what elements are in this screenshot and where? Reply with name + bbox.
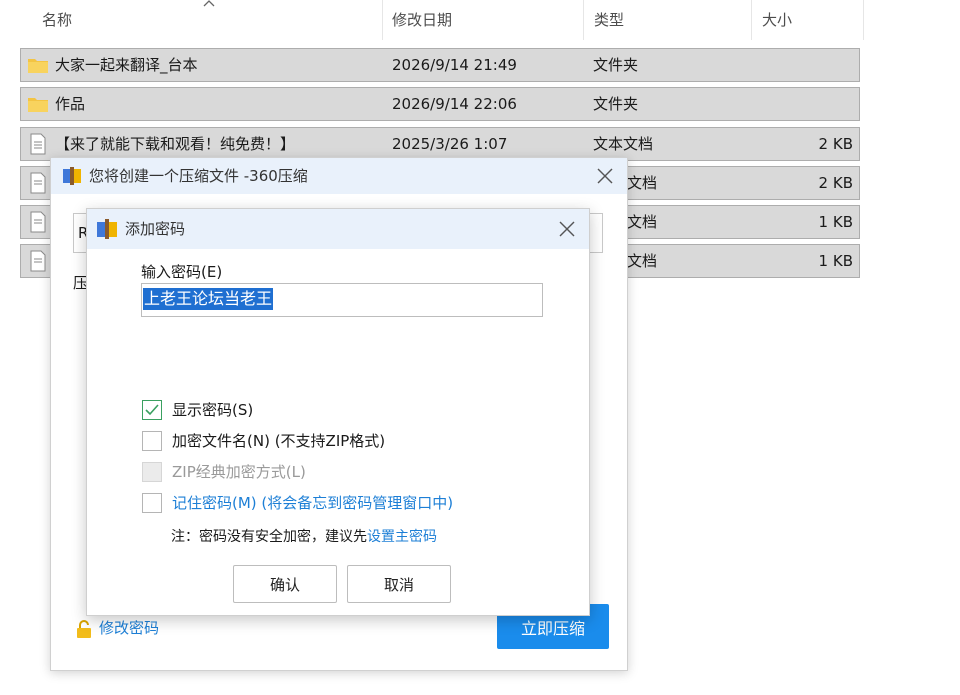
column-header: 名称 修改日期 类型 大小 bbox=[20, 0, 866, 40]
file-date: 2026/9/14 21:49 bbox=[392, 56, 517, 74]
column-size[interactable]: 大小 bbox=[740, 0, 792, 40]
file-date: 2025/3/26 1:07 bbox=[392, 135, 508, 153]
file-size: 2 KB bbox=[818, 174, 853, 192]
set-master-password-link[interactable]: 设置主密码 bbox=[367, 529, 437, 545]
file-name: 大家一起来翻译_台本 bbox=[55, 56, 198, 74]
file-type: 文件夹 bbox=[593, 56, 639, 74]
text-file-icon bbox=[30, 133, 46, 155]
file-size: 2 KB bbox=[818, 135, 853, 153]
change-password-label: 修改密码 bbox=[99, 619, 160, 637]
text-file-icon bbox=[30, 211, 46, 233]
password-input-label: 输入密码(E) bbox=[141, 263, 223, 281]
text-file-icon bbox=[30, 172, 46, 194]
add-password-dialog: 添加密码 输入密码(E) 上老王论坛当老王 显示密码(S) 加密文件名(N) (… bbox=[86, 208, 590, 616]
add-password-titlebar[interactable]: 添加密码 bbox=[87, 209, 589, 249]
security-note-text: 注：密码没有安全加密，建议先 bbox=[171, 529, 367, 545]
file-row[interactable]: 大家一起来翻译_台本 2026/9/14 21:49 文件夹 bbox=[20, 48, 860, 82]
confirm-button[interactable]: 确认 bbox=[233, 565, 337, 603]
sort-ascending-icon bbox=[203, 0, 215, 7]
file-type: 文档 bbox=[627, 213, 658, 231]
file-name: 【来了就能下载和观看！纯免费！】 bbox=[55, 135, 296, 153]
file-type: 文档 bbox=[627, 174, 658, 192]
lock-icon bbox=[77, 620, 91, 638]
security-note: 注：密码没有安全加密，建议先设置主密码 bbox=[171, 526, 437, 548]
file-row[interactable]: 【来了就能下载和观看！纯免费！】 2025/3/26 1:07 文本文档 2 K… bbox=[20, 127, 860, 161]
column-name[interactable]: 名称 bbox=[20, 0, 72, 40]
checkmark-icon bbox=[145, 404, 159, 416]
file-name: 作品 bbox=[55, 95, 86, 113]
zip-classic-encryption-label: ZIP经典加密方式(L) bbox=[172, 463, 306, 481]
file-type: 文档 bbox=[627, 252, 658, 270]
360zip-logo-icon bbox=[97, 219, 117, 239]
remember-password-label: 记住密码(M) (将会备忘到密码管理窗口中) bbox=[172, 494, 454, 512]
checkbox-box bbox=[142, 462, 162, 482]
file-row[interactable]: 作品 2026/9/14 22:06 文件夹 bbox=[20, 87, 860, 121]
file-type: 文件夹 bbox=[593, 95, 639, 113]
column-type[interactable]: 类型 bbox=[572, 0, 624, 40]
folder-icon bbox=[28, 59, 48, 73]
file-date: 2026/9/14 22:06 bbox=[392, 95, 517, 113]
file-type: 文本文档 bbox=[593, 135, 654, 153]
password-text-selected: 上老王论坛当老王 bbox=[143, 288, 274, 310]
checkbox-box[interactable] bbox=[142, 431, 162, 451]
encrypt-filenames-label: 加密文件名(N) (不支持ZIP格式) bbox=[172, 432, 386, 450]
file-size: 1 KB bbox=[818, 213, 853, 231]
checkbox-box[interactable] bbox=[142, 400, 162, 420]
close-icon[interactable] bbox=[557, 219, 577, 239]
file-size: 1 KB bbox=[818, 252, 853, 270]
column-modified-date[interactable]: 修改日期 bbox=[370, 0, 452, 40]
checkbox-box[interactable] bbox=[142, 493, 162, 513]
show-password-label: 显示密码(S) bbox=[172, 401, 254, 419]
folder-icon bbox=[28, 98, 48, 112]
add-password-title: 添加密码 bbox=[125, 220, 186, 238]
text-file-icon bbox=[30, 250, 46, 272]
cancel-button[interactable]: 取消 bbox=[347, 565, 451, 603]
column-divider[interactable] bbox=[863, 0, 864, 40]
close-icon[interactable] bbox=[595, 166, 615, 186]
compress-dialog-title: 您将创建一个压缩文件 -360压缩 bbox=[89, 167, 308, 185]
compress-dialog-titlebar[interactable]: 您将创建一个压缩文件 -360压缩 bbox=[51, 158, 627, 194]
360zip-logo-icon bbox=[63, 167, 81, 185]
